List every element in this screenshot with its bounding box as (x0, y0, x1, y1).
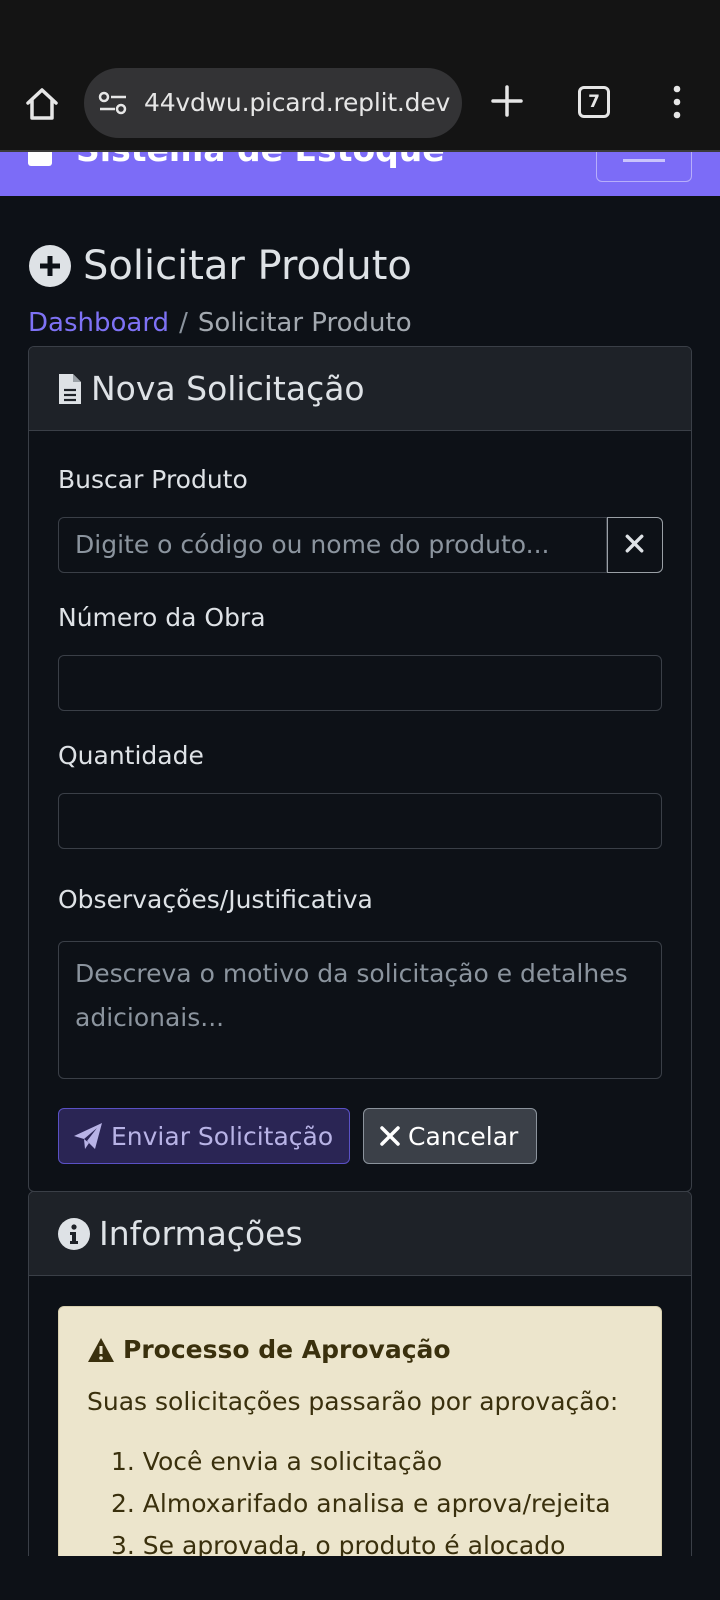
submit-button-label: Enviar Solicitação (111, 1121, 334, 1151)
obra-number-input[interactable] (58, 655, 662, 711)
cancel-button[interactable]: Cancelar (363, 1108, 537, 1164)
clear-search-button[interactable] (607, 517, 663, 573)
breadcrumb-dashboard-link[interactable]: Dashboard (28, 308, 169, 338)
card-title: Informações (99, 1214, 303, 1253)
approval-steps-list: 1. Você envia a solicitação 2. Almoxarif… (111, 1441, 611, 1567)
list-item: 2. Almoxarifado analisa e aprova/rejeita (111, 1489, 611, 1518)
info-circle-icon (58, 1217, 90, 1250)
warning-icon (88, 1337, 114, 1362)
info-card: Informações Processo de Aprovação Suas s… (28, 1191, 692, 1600)
browser-toolbar: 44vdwu.picard.replit.dev 7 (0, 62, 720, 152)
alert-description: Suas solicitações passarão por aprovação… (87, 1387, 619, 1416)
site-settings-icon[interactable] (98, 90, 128, 116)
navbar-toggler-button[interactable] (596, 152, 692, 182)
home-icon[interactable] (22, 84, 62, 124)
address-bar[interactable]: 44vdwu.picard.replit.dev (84, 68, 462, 138)
close-icon (380, 1126, 400, 1146)
navbar-brand[interactable]: Sistema de Estoque (76, 152, 445, 169)
card-title: Nova Solicitação (91, 369, 365, 408)
card-header: Nova Solicitação (29, 347, 691, 431)
new-request-card: Nova Solicitação Buscar Produto Digite o… (28, 346, 692, 1192)
new-tab-icon[interactable] (490, 84, 524, 118)
search-product-input[interactable]: Digite o código ou nome do produto... (58, 517, 607, 573)
card-header: Informações (29, 1192, 691, 1276)
search-product-label: Buscar Produto (58, 465, 248, 494)
file-icon (59, 373, 81, 404)
breadcrumb-separator: / (179, 308, 188, 338)
url-text[interactable]: 44vdwu.picard.replit.dev (144, 88, 450, 117)
breadcrumb: Dashboard / Solicitar Produto (28, 308, 412, 338)
quantity-label: Quantidade (58, 741, 204, 770)
status-bar (0, 0, 720, 62)
obra-number-label: Número da Obra (58, 603, 266, 632)
bottom-edge (0, 1556, 720, 1600)
list-item: 1. Você envia a solicitação (111, 1447, 443, 1476)
page-title: Solicitar Produto (83, 243, 412, 289)
alert-title-text: Processo de Aprovação (123, 1335, 451, 1364)
more-options-icon[interactable] (670, 84, 684, 120)
close-icon (625, 534, 644, 553)
paper-plane-icon (74, 1123, 102, 1149)
cancel-button-label: Cancelar (408, 1121, 519, 1151)
page-header: Solicitar Produto (28, 240, 412, 292)
box-icon (28, 152, 52, 166)
app-navbar: Sistema de Estoque (0, 152, 720, 196)
notes-textarea[interactable]: Descreva o motivo da solicitação e detal… (58, 941, 662, 1079)
alert-title: Processo de Aprovação (87, 1335, 451, 1364)
submit-request-button[interactable]: Enviar Solicitação (58, 1108, 350, 1164)
tab-switcher-icon[interactable]: 7 (578, 86, 610, 118)
breadcrumb-current: Solicitar Produto (197, 308, 412, 338)
quantity-input[interactable] (58, 793, 662, 849)
plus-circle-icon (29, 245, 71, 287)
notes-label: Observações/Justificativa (58, 885, 373, 914)
